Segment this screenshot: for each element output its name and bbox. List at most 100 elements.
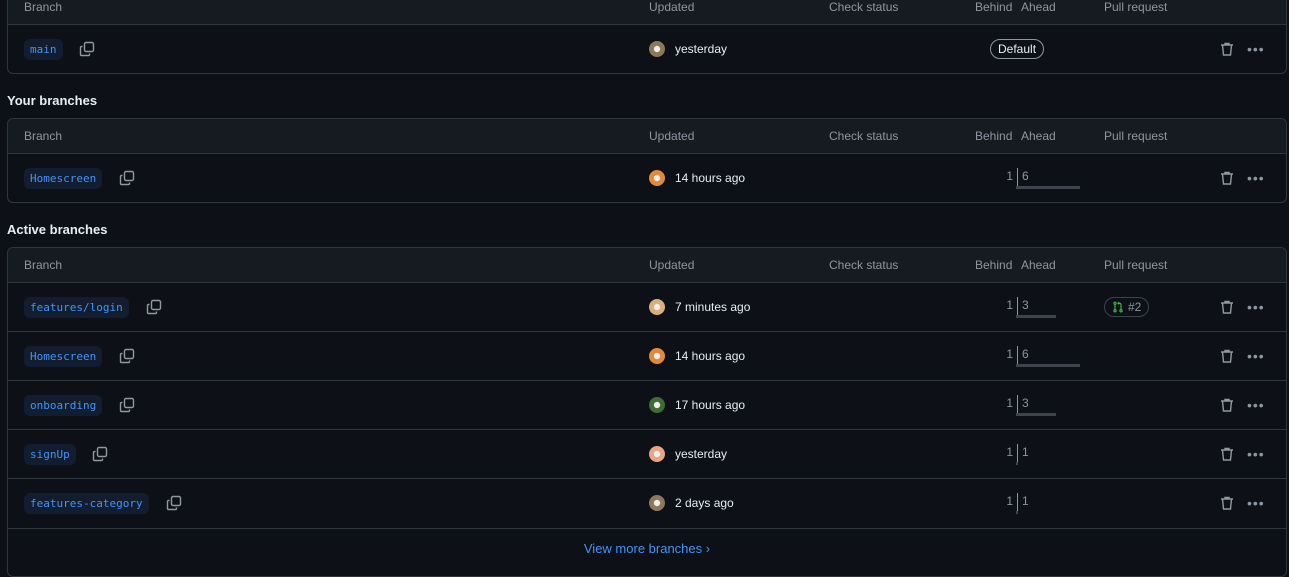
branch-row: features/login 7 minutes ago 1 3 #2 •••: [8, 283, 1286, 332]
ahead-bar: [1016, 511, 1018, 514]
more-options-icon[interactable]: •••: [1247, 397, 1265, 413]
col-behind: Behind: [975, 129, 1013, 143]
copy-icon[interactable]: [92, 446, 108, 462]
copy-icon[interactable]: [79, 41, 95, 57]
behind-ahead-divider: [1017, 395, 1018, 413]
ahead-count: 3: [1022, 298, 1029, 312]
more-options-icon[interactable]: •••: [1247, 495, 1265, 511]
more-options-icon[interactable]: •••: [1247, 170, 1265, 186]
updated-time: 14 hours ago: [675, 349, 746, 363]
behind-ahead-divider: [1017, 346, 1018, 364]
more-options-icon[interactable]: •••: [1247, 348, 1265, 364]
behind-count: 1: [1006, 396, 1013, 410]
section-title: Active branches: [7, 222, 108, 237]
branch-name-link[interactable]: main: [24, 39, 63, 60]
trash-icon[interactable]: [1219, 170, 1235, 189]
avatar: [649, 446, 665, 462]
avatar: [649, 41, 665, 57]
ahead-bar: [1016, 413, 1056, 416]
col-ahead: Ahead: [1021, 258, 1056, 272]
col-branch: Branch: [24, 129, 63, 143]
behind-count: 1: [1006, 169, 1013, 183]
more-options-icon[interactable]: •••: [1247, 446, 1265, 462]
col-ahead: Ahead: [1021, 0, 1056, 14]
more-options-icon[interactable]: •••: [1247, 299, 1265, 315]
ahead-count: 3: [1022, 396, 1029, 410]
view-more-row: View more branches ›: [8, 528, 1286, 576]
col-pull-request: Pull request: [1104, 129, 1168, 143]
updated-time: yesterday: [675, 42, 728, 56]
trash-icon[interactable]: [1219, 41, 1235, 60]
avatar: [649, 495, 665, 511]
default-badge: Default: [990, 39, 1045, 59]
ahead-bar: [1016, 364, 1080, 367]
branch-row: features-category 2 days ago 1 1 •••: [8, 479, 1286, 528]
copy-icon[interactable]: [119, 170, 135, 186]
branch-name-link[interactable]: onboarding: [24, 395, 103, 416]
branch-name-link[interactable]: Homescreen: [24, 168, 103, 189]
your-branches-table: Branch Updated Check status Behind Ahead…: [7, 118, 1287, 203]
col-pull-request: Pull request: [1104, 0, 1168, 14]
ahead-count: 6: [1022, 169, 1029, 183]
copy-icon[interactable]: [119, 397, 135, 413]
copy-icon[interactable]: [146, 299, 162, 315]
section-title: Your branches: [7, 93, 98, 108]
col-behind: Behind: [975, 0, 1013, 14]
behind-count: 1: [1006, 298, 1013, 312]
table-header: Branch Updated Check status Behind Ahead…: [8, 0, 1286, 25]
trash-icon[interactable]: [1219, 446, 1235, 465]
ahead-count: 6: [1022, 347, 1029, 361]
branch-row: Homescreen 14 hours ago 1 6 •••: [8, 332, 1286, 381]
avatar: [649, 170, 665, 186]
behind-ahead-divider: [1017, 444, 1018, 462]
git-pull-request-icon: [1112, 301, 1124, 313]
chevron-right-icon: ›: [705, 541, 711, 556]
copy-icon[interactable]: [119, 348, 135, 364]
updated-time: yesterday: [675, 447, 728, 461]
col-pull-request: Pull request: [1104, 258, 1168, 272]
avatar: [649, 397, 665, 413]
updated-time: 7 minutes ago: [675, 300, 751, 314]
active-branches-table: Branch Updated Check status Behind Ahead…: [7, 247, 1287, 577]
view-more-branches-link[interactable]: View more branches: [584, 541, 702, 556]
col-branch: Branch: [24, 0, 63, 14]
behind-count: 1: [1006, 494, 1013, 508]
ahead-bar: [1016, 186, 1080, 189]
avatar: [649, 348, 665, 364]
branch-row: onboarding 17 hours ago 1 3 •••: [8, 381, 1286, 430]
trash-icon[interactable]: [1219, 299, 1235, 318]
branch-name-link[interactable]: features-category: [24, 493, 149, 514]
trash-icon[interactable]: [1219, 348, 1235, 367]
trash-icon[interactable]: [1219, 397, 1235, 416]
behind-count: 1: [1006, 347, 1013, 361]
pr-number: #2: [1128, 300, 1142, 314]
avatar: [649, 299, 665, 315]
col-ahead: Ahead: [1021, 129, 1056, 143]
ahead-count: 1: [1022, 445, 1029, 459]
default-branch-table: Branch Updated Check status Behind Ahead…: [7, 0, 1287, 74]
ahead-bar: [1016, 462, 1018, 465]
branch-name-link[interactable]: features/login: [24, 297, 129, 318]
copy-icon[interactable]: [166, 495, 182, 511]
branch-name-link[interactable]: signUp: [24, 444, 76, 465]
col-branch: Branch: [24, 258, 63, 272]
updated-time: 2 days ago: [675, 496, 734, 510]
table-header: Branch Updated Check status Behind Ahead…: [8, 248, 1286, 283]
more-options-icon[interactable]: •••: [1247, 41, 1265, 57]
col-check-status: Check status: [829, 0, 899, 14]
col-updated: Updated: [649, 129, 695, 143]
behind-count: 1: [1006, 445, 1013, 459]
ahead-count: 1: [1022, 494, 1029, 508]
branch-row: signUp yesterday 1 1 •••: [8, 430, 1286, 479]
updated-time: 14 hours ago: [675, 171, 746, 185]
col-updated: Updated: [649, 258, 695, 272]
updated-time: 17 hours ago: [675, 398, 746, 412]
col-check-status: Check status: [829, 258, 899, 272]
col-behind: Behind: [975, 258, 1013, 272]
col-updated: Updated: [649, 0, 695, 14]
pull-request-link[interactable]: #2: [1104, 297, 1150, 317]
table-header: Branch Updated Check status Behind Ahead…: [8, 119, 1286, 154]
branch-row: main yesterday Default •••: [8, 25, 1286, 73]
branch-name-link[interactable]: Homescreen: [24, 346, 103, 367]
trash-icon[interactable]: [1219, 495, 1235, 514]
